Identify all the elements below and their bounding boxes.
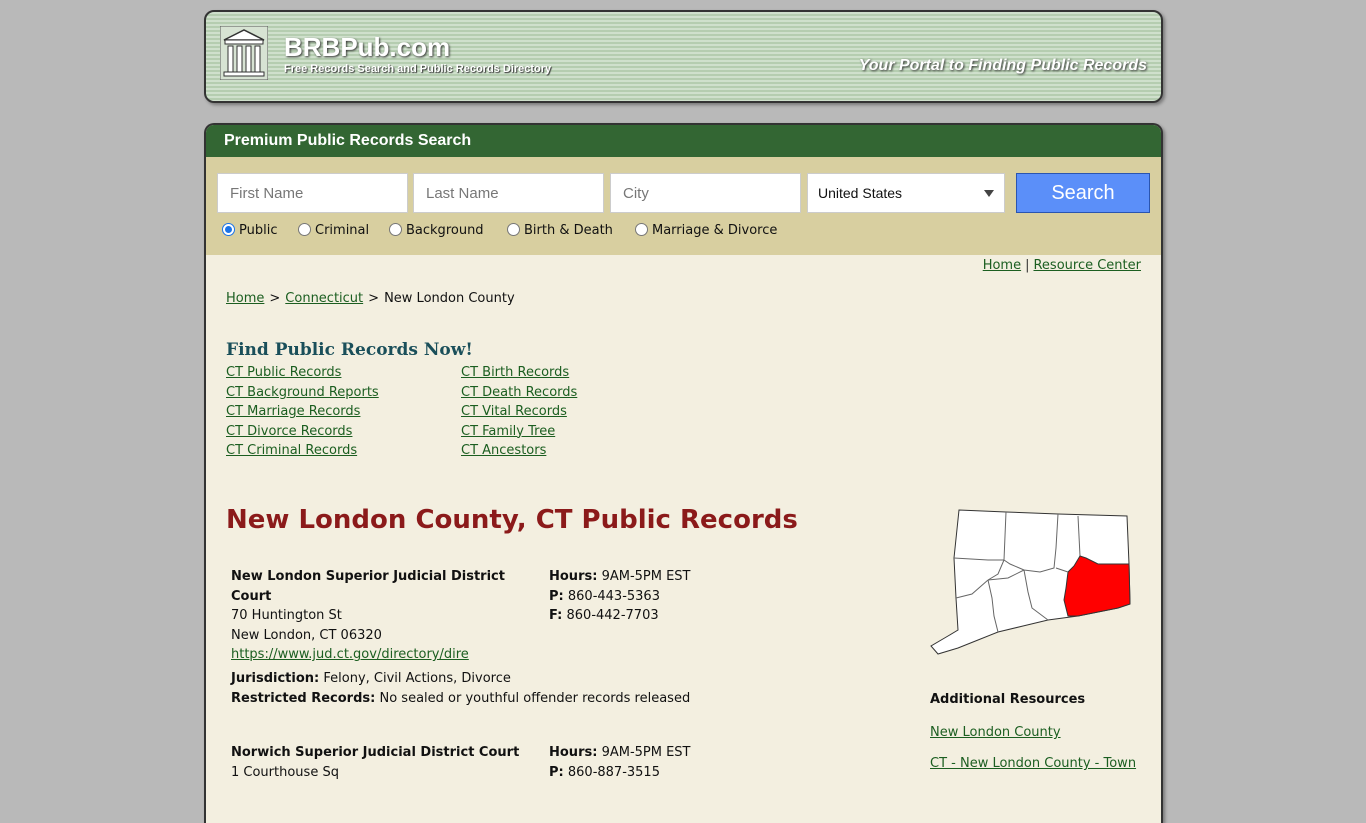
country-select[interactable]: United States [807,173,1005,213]
chevron-down-icon [984,190,994,197]
radio-birth-death[interactable]: Birth & Death [507,223,613,238]
link-ct-background-reports[interactable]: CT Background Reports [226,383,379,403]
first-name-input[interactable] [217,173,408,213]
link-ct-marriage-records[interactable]: CT Marriage Records [226,402,379,422]
breadcrumb: Home > Connecticut > New London County [226,291,515,306]
link-ct-criminal-records[interactable]: CT Criminal Records [226,441,379,461]
link-new-london-county[interactable]: New London County [930,725,1061,740]
radio-public[interactable]: Public [222,223,277,238]
link-ct-death-records[interactable]: CT Death Records [461,383,577,403]
link-ct-divorce-records[interactable]: CT Divorce Records [226,422,379,442]
site-header: BRBPub.com Free Records Search and Publi… [204,10,1163,103]
country-select-value: United States [818,185,903,201]
search-form: United States Search Public Criminal Bac… [206,157,1161,255]
court-contact: Hours: 9AM-5PM EST P: 860-887-3515 [549,745,691,780]
site-name[interactable]: BRBPub.com [284,32,450,63]
court-jurisdiction: Jurisdiction: Felony, Civil Actions, Div… [231,670,511,686]
link-ct-new-london-county-town[interactable]: CT - New London County - Town [930,756,1136,771]
court-contact: Hours: 9AM-5PM EST P: 860-443-5363 F: 86… [549,569,691,624]
court-phone: 860-887-3515 [567,764,660,780]
portal-slogan: Your Portal to Finding Public Records [858,57,1147,74]
site-tagline: Free Records Search and Public Records D… [284,63,552,75]
search-heading: Premium Public Records Search [206,125,1161,157]
breadcrumb-home[interactable]: Home [226,291,264,306]
radio-unselected-icon [507,223,520,236]
search-button[interactable]: Search [1016,173,1150,213]
connecticut-county-map [930,509,1131,655]
court-entry: New London Superior Judicial District Co… [231,567,691,708]
court-phone: 860-443-5363 [567,588,660,604]
court-entry: Norwich Superior Judicial District Court… [231,743,691,782]
radio-background[interactable]: Background [389,223,484,238]
top-links: Home | Resource Center [982,258,1141,273]
radio-marriage-divorce[interactable]: Marriage & Divorce [635,223,777,238]
court-restricted: Restricted Records: No sealed or youthfu… [231,690,691,706]
last-name-input[interactable] [413,173,604,213]
page-title: New London County, CT Public Records [226,505,798,535]
court-website-link[interactable]: https://www.jud.ct.gov/directory/dire [231,647,469,662]
main-panel: Premium Public Records Search United Sta… [204,123,1163,823]
radio-unselected-icon [389,223,402,236]
court-hours: 9AM-5PM EST [601,745,691,760]
find-links-left: CT Public Records CT Background Reports … [226,363,379,461]
radio-selected-icon [222,223,235,236]
link-ct-public-records[interactable]: CT Public Records [226,363,379,383]
court-fax: 860-442-7703 [566,608,659,624]
link-ct-family-tree[interactable]: CT Family Tree [461,422,577,442]
find-links-right: CT Birth Records CT Death Records CT Vit… [461,363,577,461]
link-ct-vital-records[interactable]: CT Vital Records [461,402,577,422]
home-link[interactable]: Home [983,258,1021,273]
additional-resources-title: Additional Resources [930,692,1086,707]
radio-criminal[interactable]: Criminal [298,223,369,238]
city-input[interactable] [610,173,801,213]
find-records-title: Find Public Records Now! [226,340,473,360]
breadcrumb-connecticut[interactable]: Connecticut [285,291,363,306]
link-ct-birth-records[interactable]: CT Birth Records [461,363,577,383]
resource-center-link[interactable]: Resource Center [1033,258,1141,273]
courthouse-icon[interactable] [220,26,268,80]
court-hours: 9AM-5PM EST [601,569,691,584]
radio-unselected-icon [298,223,311,236]
court-name: Norwich Superior Judicial District Court [231,745,520,760]
court-address-line1: 1 Courthouse Sq [231,764,339,780]
link-ct-ancestors[interactable]: CT Ancestors [461,441,577,461]
court-name: New London Superior Judicial District Co… [231,569,505,604]
radio-unselected-icon [635,223,648,236]
breadcrumb-current: New London County [384,291,515,306]
court-address-line2: New London, CT 06320 [231,627,382,643]
